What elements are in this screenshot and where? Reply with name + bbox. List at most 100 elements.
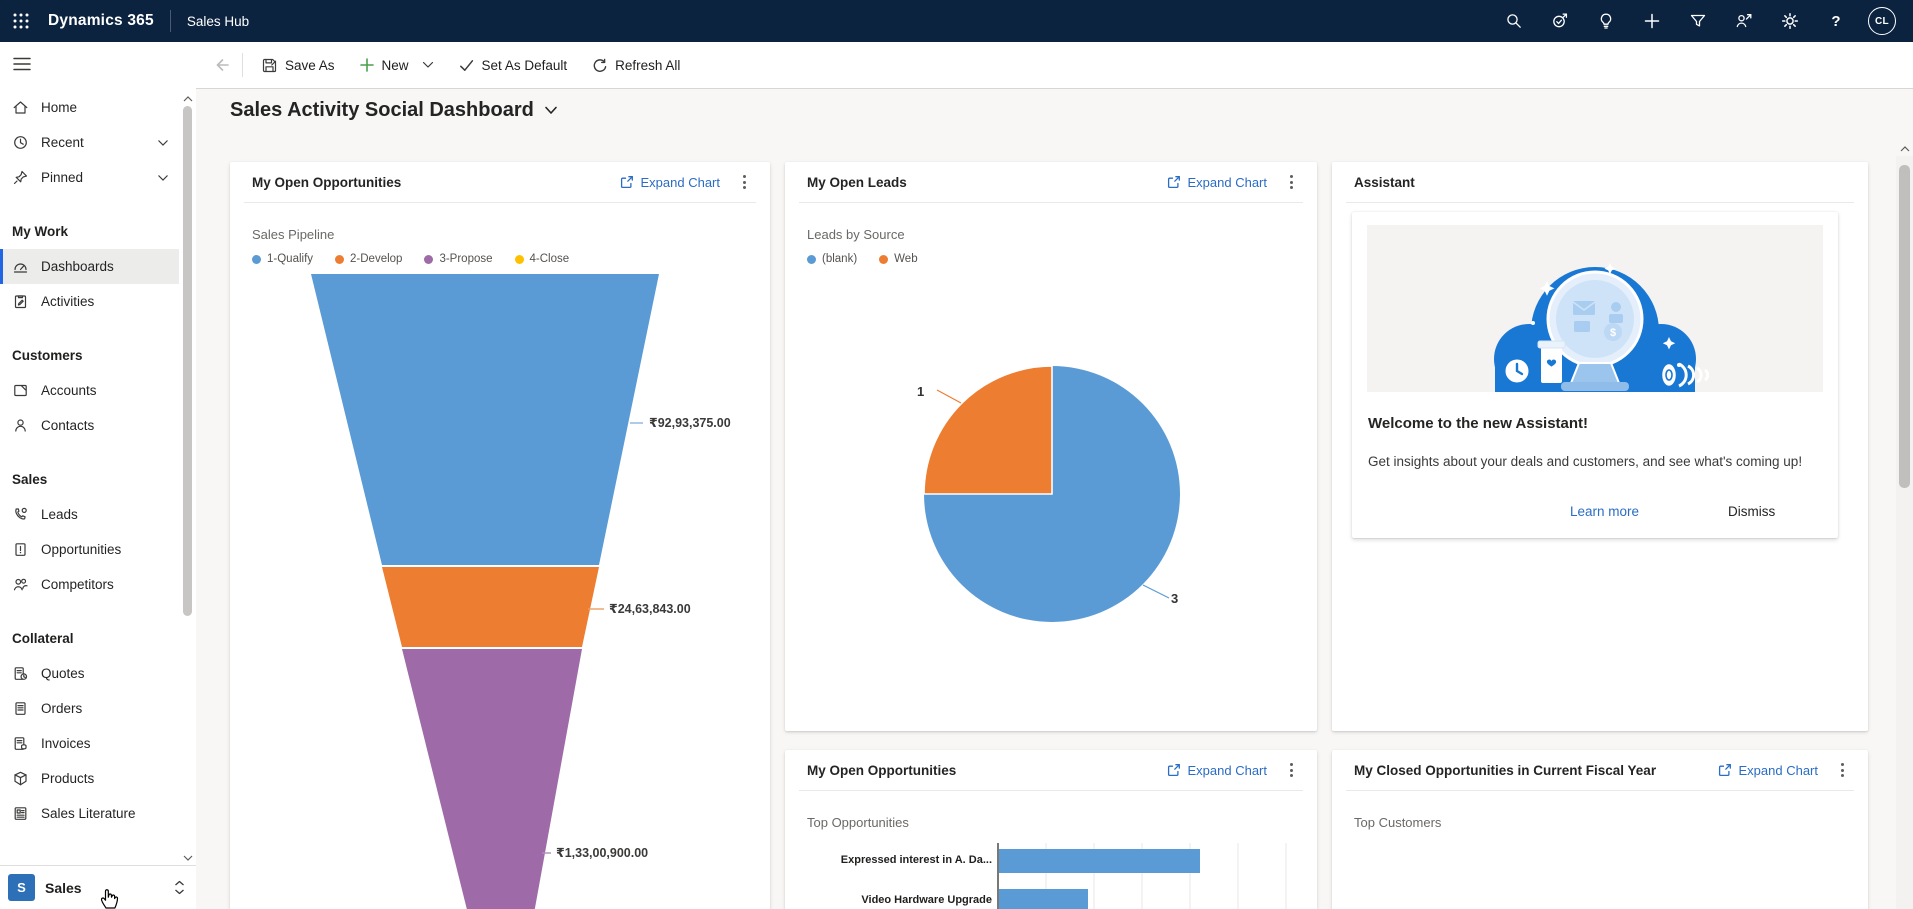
dismiss-link[interactable]: Dismiss (1728, 504, 1775, 519)
hamburger-menu-icon[interactable] (10, 52, 34, 76)
area-switcher[interactable]: S Sales (0, 865, 196, 909)
area-initial-tile: S (8, 874, 35, 901)
more-options-icon[interactable] (730, 168, 758, 196)
sidebar-item-label: Orders (41, 701, 82, 716)
sales-pipeline-funnel-chart (230, 274, 770, 909)
learn-more-link[interactable]: Learn more (1570, 504, 1639, 519)
sidebar-item-quotes[interactable]: Quotes (0, 656, 179, 691)
pie-slice-web[interactable] (924, 366, 1052, 494)
expand-chart-button[interactable]: Expand Chart (619, 175, 721, 190)
sidebar-item-competitors[interactable]: Competitors (0, 567, 179, 602)
share-user-icon[interactable] (1721, 0, 1767, 42)
expand-chart-button[interactable]: Expand Chart (1166, 175, 1268, 190)
scroll-up-icon[interactable] (179, 92, 196, 106)
dashboard-selector[interactable]: Sales Activity Social Dashboard (230, 99, 558, 122)
sidebar-scrollbar[interactable] (179, 92, 196, 865)
card-header: My Open Opportunities Expand Chart (230, 162, 770, 202)
legend-item: 2-Develop (335, 253, 402, 265)
page-title: Sales Activity Social Dashboard (230, 99, 534, 122)
search-icon[interactable] (1491, 0, 1537, 42)
brand-title[interactable]: Dynamics 365 (48, 12, 154, 30)
scroll-up-icon[interactable] (1896, 142, 1913, 156)
sidebar-item-contacts[interactable]: Contacts (0, 408, 179, 443)
legend-dot (424, 255, 433, 264)
sidebar-item-sales-literature[interactable]: Sales Literature (0, 796, 179, 831)
more-options-icon[interactable] (1828, 756, 1856, 784)
sidebar-item-leads[interactable]: Leads (0, 497, 179, 532)
help-icon[interactable]: ? (1813, 0, 1859, 42)
expand-chart-button[interactable]: Expand Chart (1717, 763, 1819, 778)
sidebar-item-label: Activities (41, 294, 94, 309)
settings-gear-icon[interactable] (1767, 0, 1813, 42)
card-my-closed-opportunities: My Closed Opportunities in Current Fisca… (1332, 750, 1868, 909)
set-as-default-label: Set As Default (482, 58, 568, 73)
set-as-default-button[interactable]: Set As Default (446, 47, 580, 83)
refresh-all-button[interactable]: Refresh All (579, 47, 692, 83)
bar-video-hardware-upgrade[interactable] (999, 889, 1088, 909)
sidebar-item-label: Recent (41, 135, 84, 150)
new-button[interactable]: New (347, 47, 446, 83)
sidebar-scrollbar-thumb[interactable] (183, 106, 192, 616)
sidebar-item-label: Quotes (41, 666, 85, 681)
expand-chart-icon (619, 175, 634, 190)
chevron-down-icon (544, 106, 558, 115)
filter-icon[interactable] (1675, 0, 1721, 42)
sidebar-item-home[interactable]: Home (0, 90, 179, 125)
sidebar-item-label: Products (41, 771, 94, 786)
sidebar-item-activities[interactable]: Activities (0, 284, 179, 319)
card-my-open-opportunities-bar: My Open Opportunities Expand Chart Top O… (785, 750, 1317, 909)
funnel-segment-develop[interactable] (382, 567, 599, 647)
legend-dot (335, 255, 344, 264)
sidebar-item-opportunities[interactable]: Opportunities (0, 532, 179, 567)
card-header: My Open Opportunities Expand Chart (785, 750, 1317, 790)
card-title: My Open Opportunities (807, 763, 1166, 778)
funnel-segment-propose[interactable] (402, 649, 582, 909)
lightbulb-icon[interactable] (1583, 0, 1629, 42)
more-options-icon[interactable] (1277, 168, 1305, 196)
sidebar-item-products[interactable]: Products (0, 761, 179, 796)
add-icon[interactable] (1629, 0, 1675, 42)
expand-chart-label: Expand Chart (641, 175, 721, 190)
topbar-divider (170, 10, 171, 32)
app-launcher-waffle-icon[interactable] (0, 0, 42, 42)
sidebar-item-dashboards[interactable]: Dashboards (0, 249, 179, 284)
sidebar-item-label: Accounts (41, 383, 97, 398)
legend-dot (252, 255, 261, 264)
content-scrollbar[interactable] (1896, 142, 1913, 909)
back-icon[interactable] (202, 42, 242, 88)
sidebar-item-label: Contacts (41, 418, 94, 433)
bar-expressed-interest[interactable] (999, 849, 1200, 873)
card-assistant: Assistant (1332, 162, 1868, 731)
command-bar: Save As New Set As Default Refresh All (196, 42, 1913, 89)
expand-chart-label: Expand Chart (1739, 763, 1819, 778)
sidebar-item-pinned[interactable]: Pinned (0, 160, 179, 195)
sidebar-item-invoices[interactable]: Invoices (0, 726, 179, 761)
funnel-value-qualify: ₹92,93,375.00 (649, 415, 731, 430)
funnel-value-propose: ₹1,33,00,900.00 (556, 845, 648, 860)
funnel-segment-qualify[interactable] (311, 274, 659, 565)
sidebar-item-recent[interactable]: Recent (0, 125, 179, 160)
account-menu[interactable]: CL (1859, 0, 1905, 42)
card-title: Assistant (1354, 175, 1856, 190)
funnel-value-develop: ₹24,63,843.00 (609, 601, 691, 616)
scroll-down-icon[interactable] (179, 851, 196, 865)
expand-chart-label: Expand Chart (1188, 763, 1268, 778)
expand-chart-label: Expand Chart (1188, 175, 1268, 190)
expand-chart-icon (1166, 763, 1181, 778)
area-label: Sales (45, 880, 163, 896)
legend-dot (515, 255, 524, 264)
sidebar-item-label: Sales Literature (41, 806, 136, 821)
site-map-sidebar: Home Recent Pinned My Work Dashboards Ac… (0, 42, 196, 909)
check-circle-arrow-icon[interactable] (1537, 0, 1583, 42)
save-as-button[interactable]: Save As (249, 47, 347, 83)
sidebar-item-accounts[interactable]: Accounts (0, 373, 179, 408)
app-name[interactable]: Sales Hub (187, 14, 249, 29)
chart-legend: 1-Qualify 2-Develop 3-Propose 4-Close (252, 253, 770, 265)
content-scrollbar-thumb[interactable] (1899, 165, 1910, 488)
more-options-icon[interactable] (1277, 756, 1305, 784)
expand-chart-button[interactable]: Expand Chart (1166, 763, 1268, 778)
chart-title: Top Customers (1354, 815, 1868, 830)
sidebar-item-orders[interactable]: Orders (0, 691, 179, 726)
sidebar-item-label: Leads (41, 507, 78, 522)
divider (1346, 202, 1854, 203)
